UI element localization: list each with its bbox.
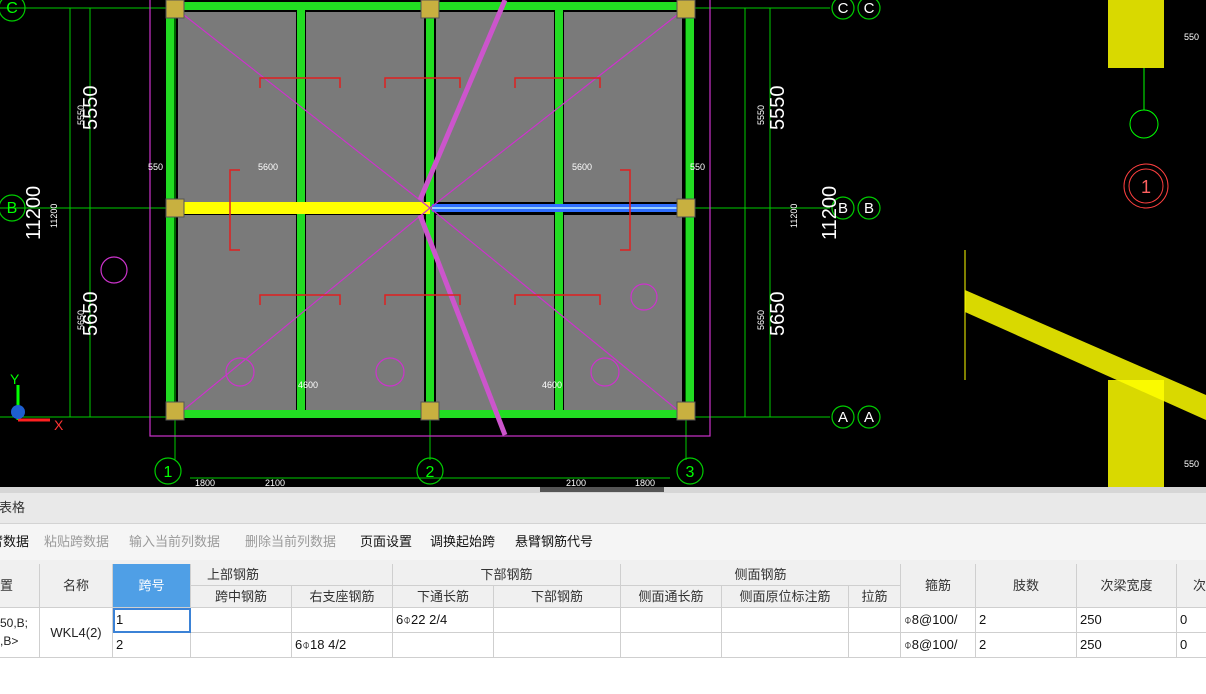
cell-side-through-row1[interactable] — [621, 608, 722, 633]
cell-mid-span-row2[interactable] — [191, 633, 292, 658]
rebar-table: 置 名称 跨号 上部钢筋 下部钢筋 侧面钢筋 箍筋 肢数 次梁宽度 次 跨中钢筋… — [0, 564, 1206, 694]
cell-right-support-row2[interactable]: 6⌽18 4/2 — [292, 633, 393, 658]
cell-stirrup-row2[interactable]: ⌽8@100/ — [901, 633, 976, 658]
splitter-handle[interactable] — [540, 487, 664, 492]
svg-text:11200: 11200 — [49, 204, 59, 228]
panel-toolbar: 臂数据 粘贴跨数据 输入当前列数据 删除当前列数据 页面设置 调换起始跨 悬臂钢… — [0, 524, 1206, 560]
svg-text:5650: 5650 — [76, 310, 86, 330]
col-header-bottom-through[interactable]: 下通长筋 — [393, 586, 494, 608]
grid-label-right2-c: C — [864, 0, 875, 17]
ucs-axis-icon: Y X — [10, 371, 64, 433]
col-header-sec-beam-width[interactable]: 次梁宽度 — [1077, 564, 1177, 608]
grid-label-b: B — [7, 200, 18, 217]
svg-text:1: 1 — [1141, 177, 1151, 197]
svg-text:2100: 2100 — [265, 478, 285, 487]
svg-text:4600: 4600 — [298, 380, 318, 390]
col-header-mid-span[interactable]: 跨中钢筋 — [191, 586, 292, 608]
col-header-right-support[interactable]: 右支座钢筋 — [292, 586, 393, 608]
svg-text:5550: 5550 — [76, 105, 86, 125]
svg-text:1800: 1800 — [195, 478, 215, 487]
svg-text:11200: 11200 — [789, 204, 799, 228]
svg-text:2100: 2100 — [566, 478, 586, 487]
toolbar-delete-column-data[interactable]: 删除当前列数据 — [245, 524, 336, 560]
cell-stirrup-row1[interactable]: ⌽8@100/ — [901, 608, 976, 633]
grid-label-c: C — [6, 0, 18, 17]
svg-text:550: 550 — [1184, 459, 1199, 469]
cell-side-in-situ-row1[interactable] — [722, 608, 849, 633]
col-header-side-through[interactable]: 侧面通长筋 — [621, 586, 722, 608]
svg-text:X: X — [54, 417, 64, 433]
grid-label-right2-a: A — [864, 409, 874, 426]
col-group-top-rebar: 上部钢筋 — [191, 564, 393, 586]
col-group-bottom-rebar: 下部钢筋 — [393, 564, 621, 586]
svg-text:5600: 5600 — [258, 162, 278, 172]
cell-sec-beam-width-row2[interactable]: 250 — [1077, 633, 1177, 658]
cell-extra-row1[interactable]: 0 — [1177, 608, 1206, 633]
toolbar-swap-start-span[interactable]: 调换起始跨 — [430, 524, 495, 560]
cell-legs-row2[interactable]: 2 — [976, 633, 1077, 658]
svg-text:550: 550 — [690, 162, 705, 172]
cell-legs-row1[interactable]: 2 — [976, 608, 1077, 633]
toolbar-paste-span-data[interactable]: 粘贴跨数据 — [44, 524, 109, 560]
col-header-extra[interactable]: 次 — [1177, 564, 1206, 608]
cell-extra-row2[interactable]: 0 — [1177, 633, 1206, 658]
cell-span-row1[interactable]: 1 — [113, 608, 191, 633]
grid-label-1: 1 — [164, 464, 173, 481]
svg-text:Y: Y — [10, 371, 20, 387]
grid-label-2: 2 — [426, 464, 435, 481]
col-group-side-rebar: 侧面钢筋 — [621, 564, 901, 586]
toolbar-input-column-data[interactable]: 输入当前列数据 — [129, 524, 220, 560]
cell-bottom-through-row1[interactable]: 6⌽22 2/4 — [393, 608, 494, 633]
cell-tie-row1[interactable] — [849, 608, 901, 633]
cell-span-row2[interactable]: 2 — [113, 633, 191, 658]
cad-viewport[interactable]: C B 1 2 3 C B A C B A 5550 11200 5650 55… — [0, 0, 1206, 487]
selected-beam-yellow[interactable] — [172, 202, 430, 214]
svg-text:5600: 5600 — [572, 162, 592, 172]
col-header-stirrup[interactable]: 箍筋 — [901, 564, 976, 608]
cell-name[interactable]: WKL4(2) — [40, 608, 113, 658]
cell-bottom-through-row2[interactable] — [393, 633, 494, 658]
dim-right-top: 5550 — [767, 86, 789, 131]
cell-side-through-row2[interactable] — [621, 633, 722, 658]
svg-text:1800: 1800 — [635, 478, 655, 487]
col-header-name[interactable]: 名称 — [40, 564, 113, 608]
cell-sec-beam-width-row1[interactable]: 250 — [1077, 608, 1177, 633]
col-header-position[interactable]: 置 — [0, 564, 40, 608]
cell-position[interactable]: 50,B; ,B> — [0, 608, 40, 658]
col-header-side-in-situ[interactable]: 侧面原位标注筋 — [722, 586, 849, 608]
col-header-legs[interactable]: 肢数 — [976, 564, 1077, 608]
cell-mid-span-row1[interactable] — [191, 608, 292, 633]
svg-text:550: 550 — [148, 162, 163, 172]
dim-right-mid: 11200 — [819, 186, 841, 240]
grid-label-3: 3 — [686, 464, 695, 481]
toolbar-cantilever-code[interactable]: 悬臂钢筋代号 — [515, 524, 593, 560]
col-header-span[interactable]: 跨号 — [113, 564, 191, 608]
svg-text:550: 550 — [1184, 32, 1199, 42]
cell-bottom-rebar-row2[interactable] — [494, 633, 621, 658]
cell-side-in-situ-row2[interactable] — [722, 633, 849, 658]
grid-label-right-a: A — [838, 409, 848, 426]
dim-right-bottom: 5650 — [767, 292, 789, 337]
grid-label-right-c: C — [838, 0, 849, 17]
grid-label-right2-b: B — [864, 200, 874, 217]
cell-right-support-row1[interactable] — [292, 608, 393, 633]
toolbar-copy-span-data[interactable]: 臂数据 — [0, 524, 29, 560]
svg-text:5550: 5550 — [756, 105, 766, 125]
col-header-bottom-rebar[interactable]: 下部钢筋 — [494, 586, 621, 608]
panel-title: 法表格 — [0, 493, 1206, 524]
toolbar-page-setup[interactable]: 页面设置 — [360, 524, 412, 560]
dim-left-mid: 11200 — [23, 186, 45, 240]
cell-tie-row2[interactable] — [849, 633, 901, 658]
col-header-tie[interactable]: 拉筋 — [849, 586, 901, 608]
svg-text:5650: 5650 — [756, 310, 766, 330]
svg-text:4600: 4600 — [542, 380, 562, 390]
rebar-table-panel: 法表格 臂数据 粘贴跨数据 输入当前列数据 删除当前列数据 页面设置 调换起始跨… — [0, 493, 1206, 694]
cell-bottom-rebar-row1[interactable] — [494, 608, 621, 633]
